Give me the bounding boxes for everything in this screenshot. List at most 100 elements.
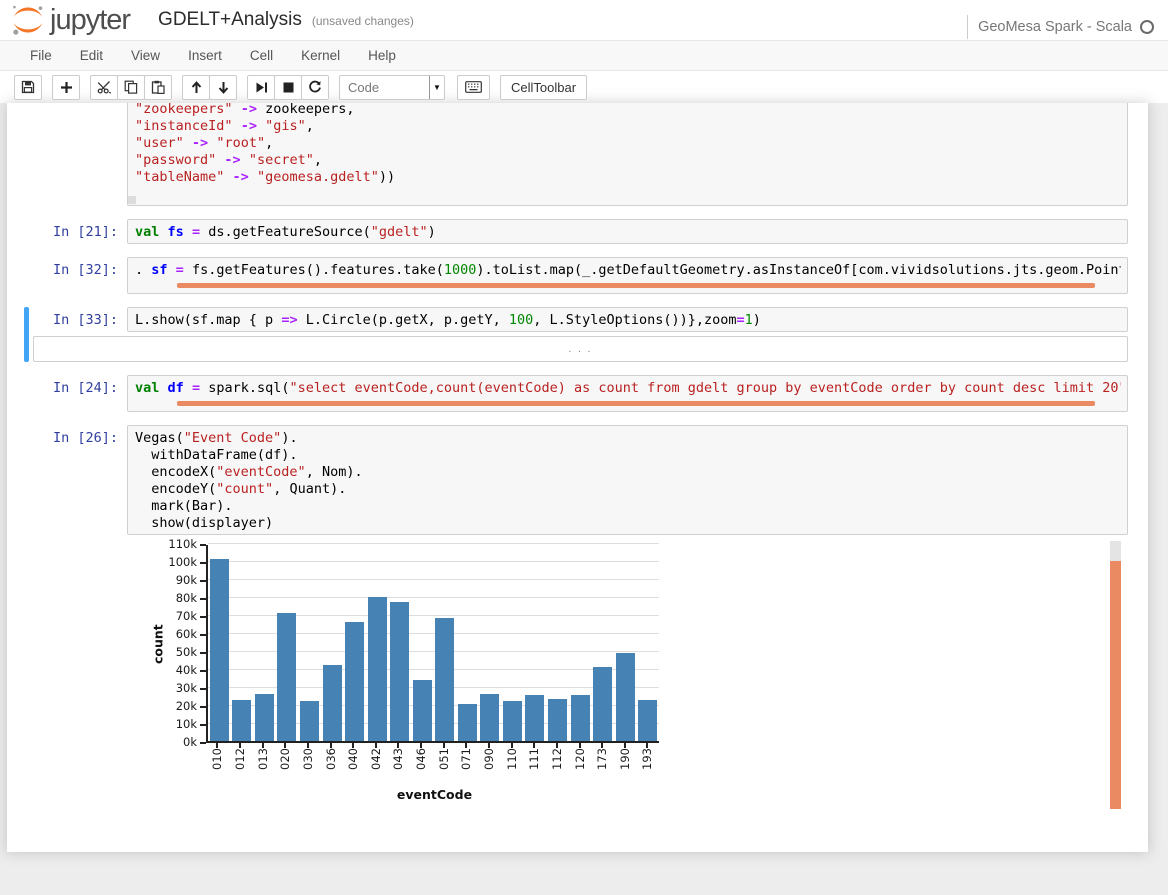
cell-type-select[interactable]: Code ▼ [339, 75, 445, 100]
menu-item-help[interactable]: Help [354, 41, 410, 70]
y-tick-label: 0k [183, 737, 197, 748]
bar-chart: count0k10k20k30k40k50k60k70k80k90k100k11… [150, 545, 1148, 802]
bar [458, 704, 477, 741]
plot-area [206, 545, 659, 743]
kernel-idle-icon [1140, 20, 1154, 34]
bar [525, 695, 544, 741]
bar [616, 653, 635, 741]
cut-cells-button[interactable] [90, 75, 118, 100]
horizontal-scrollbar-thumb[interactable] [177, 283, 1095, 288]
y-tick-label: 50k [176, 647, 197, 658]
x-tick-label: 120 [573, 748, 587, 770]
x-tick-label: 111 [527, 748, 541, 770]
vertical-scrollbar-track[interactable] [1110, 541, 1121, 561]
cell-input[interactable]: "zookeepers" -> zookeepers, "instanceId"… [127, 103, 1128, 206]
notebook-title[interactable]: GDELT+Analysis [158, 9, 302, 31]
y-tick-label: 60k [176, 629, 197, 640]
copy-cells-button[interactable] [117, 75, 145, 100]
cell-input[interactable]: L.show(sf.map { p => L.Circle(p.getX, p.… [127, 307, 1128, 332]
x-tick-label: 043 [391, 748, 405, 770]
restart-kernel-button[interactable] [301, 75, 329, 100]
run-icon [255, 81, 268, 94]
code-cell: In [26]:Vegas("Event Code"). withDataFra… [7, 425, 1148, 809]
menu-item-edit[interactable]: Edit [66, 41, 117, 70]
kernel-name: GeoMesa Spark - Scala [978, 19, 1132, 35]
y-tick-label: 20k [176, 701, 197, 712]
add-cell-icon [60, 81, 73, 94]
paste-icon [151, 80, 165, 94]
chevron-down-icon: ▼ [429, 76, 444, 99]
move-cell-up-button[interactable] [182, 75, 210, 100]
y-axis-labels: 0k10k20k30k40k50k60k70k80k90k100k110k [166, 545, 206, 743]
jupyter-logo[interactable]: jupyter [10, 2, 130, 38]
selected-cell-indicator [24, 307, 29, 362]
save-button[interactable] [14, 75, 42, 100]
checkpoint-status: (unsaved changes) [312, 14, 414, 28]
code-cell: In [24]:val df = spark.sql("select event… [7, 375, 1148, 412]
x-tick-label: 090 [482, 748, 496, 770]
code-editor: L.show(sf.map { p => L.Circle(p.getX, p.… [135, 312, 1121, 329]
code-editor: val fs = ds.getFeatureSource("gdelt") [135, 224, 1121, 241]
input-prompt: In [26]: [7, 425, 127, 535]
insert-cell-button[interactable] [52, 75, 80, 100]
move-down-icon [217, 81, 230, 94]
y-tick-label: 100k [168, 557, 197, 568]
x-axis-title: eventCode [208, 787, 661, 802]
x-tick-label: 173 [595, 748, 609, 770]
bar [323, 665, 342, 742]
menu-item-file[interactable]: File [16, 41, 66, 70]
command-palette-button[interactable] [457, 75, 490, 100]
menu-item-view[interactable]: View [117, 41, 174, 70]
stop-icon [283, 82, 294, 93]
notebook-site: "zookeepers" -> zookeepers, "instanceId"… [0, 103, 1168, 895]
y-tick-label: 70k [176, 611, 197, 622]
code-cell: In [33]:L.show(sf.map { p => L.Circle(p.… [7, 307, 1148, 362]
cell-input[interactable]: Vegas("Event Code"). withDataFrame(df). … [127, 425, 1128, 535]
menu-item-cell[interactable]: Cell [236, 41, 287, 70]
keyboard-icon [465, 81, 482, 93]
cut-icon [97, 80, 112, 94]
paste-cells-button[interactable] [144, 75, 172, 100]
divider [967, 15, 968, 39]
horizontal-scrollbar-thumb[interactable] [177, 401, 1095, 406]
horizontal-scrollbar[interactable] [135, 400, 1121, 409]
x-tick-label: 020 [278, 748, 292, 770]
vertical-scrollbar[interactable] [1110, 541, 1121, 809]
bar [571, 695, 590, 741]
bar [638, 700, 657, 741]
cell-input[interactable]: val fs = ds.getFeatureSource("gdelt") [127, 219, 1128, 244]
vertical-scrollbar-thumb[interactable] [1110, 561, 1121, 809]
cell-input[interactable]: val df = spark.sql("select eventCode,cou… [127, 375, 1128, 412]
cell-input[interactable]: . sf = fs.getFeatures().features.take(10… [127, 257, 1128, 294]
move-cell-down-button[interactable] [209, 75, 237, 100]
y-tick-label: 30k [176, 683, 197, 694]
bar [390, 602, 409, 741]
y-tick-label: 40k [176, 665, 197, 676]
x-tick-label: 010 [210, 748, 224, 770]
run-cell-button[interactable] [247, 75, 275, 100]
horizontal-scrollbar[interactable] [135, 282, 1121, 291]
y-tick-label: 80k [176, 593, 197, 604]
code-cell: In [32]:. sf = fs.getFeatures().features… [7, 257, 1148, 294]
move-up-icon [190, 81, 203, 94]
cell-type-value: Code [340, 80, 429, 95]
notebook-container: "zookeepers" -> zookeepers, "instanceId"… [7, 103, 1148, 852]
y-tick-label: 110k [168, 539, 197, 550]
cell-output: count0k10k20k30k40k50k60k70k80k90k100k11… [7, 539, 1148, 809]
collapsed-output[interactable]: . . . [33, 336, 1128, 362]
x-axis-labels: 0100120130200300360400420430460510710901… [206, 748, 1148, 785]
bar [413, 680, 432, 741]
bar [503, 701, 522, 741]
toolbar: Code ▼ CellToolbar [0, 71, 1168, 103]
celltoolbar-button[interactable]: CellToolbar [500, 75, 587, 100]
bar [277, 613, 296, 741]
menu-item-kernel[interactable]: Kernel [287, 41, 354, 70]
celltoolbar-label: CellToolbar [511, 80, 576, 95]
bar [435, 618, 454, 741]
menu-item-insert[interactable]: Insert [174, 41, 236, 70]
bar [368, 597, 387, 741]
horizontal-scrollbar-thumb[interactable] [128, 196, 136, 204]
x-tick-label: 040 [346, 748, 360, 770]
code-editor: val df = spark.sql("select eventCode,cou… [135, 380, 1121, 397]
interrupt-kernel-button[interactable] [274, 75, 302, 100]
